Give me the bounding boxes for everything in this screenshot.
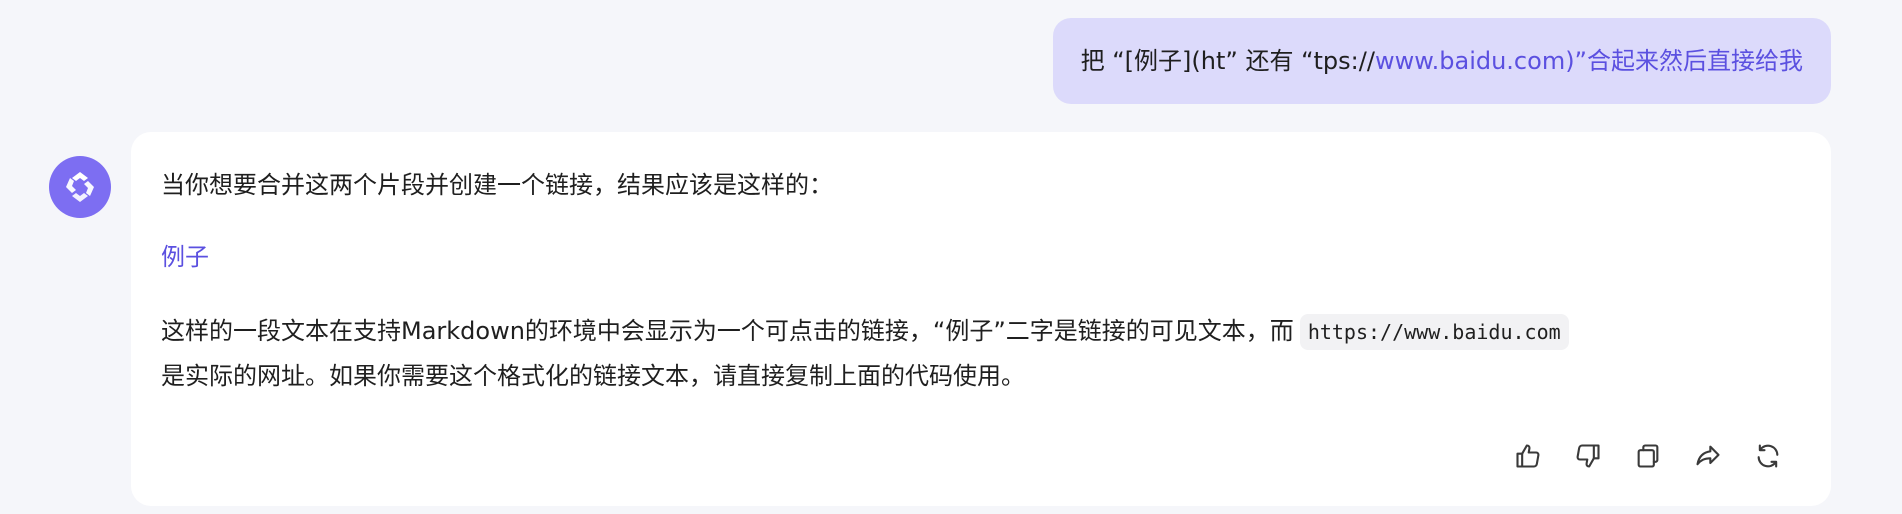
assistant-link-line: 例子: [161, 234, 209, 280]
share-icon: [1696, 445, 1720, 466]
assistant-avatar: [49, 156, 111, 218]
assistant-logo-icon: [66, 172, 94, 202]
url-code-snippet: https://www.baidu.com: [1299, 314, 1569, 350]
message-action-bar: [1513, 441, 1783, 471]
explanation-text-1: 这样的一段文本在支持Markdown的环境中会显示为一个可点击的链接，“例子”二…: [161, 317, 1294, 345]
share-button[interactable]: [1693, 441, 1723, 471]
user-message-link-text: www.baidu.com)”合起来然后直接给我: [1374, 47, 1803, 75]
copy-icon: [1637, 444, 1659, 468]
assistant-explanation-line-2: 是实际的网址。如果你需要这个格式化的链接文本，请直接复制上面的代码使用。: [161, 362, 1025, 390]
user-message-row: 把 “[例子](ht” 还有 “tps://www.baidu.com)”合起来…: [1052, 18, 1831, 104]
regenerate-icon: [1757, 444, 1779, 468]
assistant-explanation-line-1: 这样的一段文本在支持Markdown的环境中会显示为一个可点击的链接，“例子”二…: [161, 308, 1569, 355]
regenerate-button[interactable]: [1753, 441, 1783, 471]
example-link[interactable]: 例子: [161, 243, 209, 271]
assistant-message-card: 当你想要合并这两个片段并创建一个链接，结果应该是这样的： 例子 这样的一段文本在…: [131, 132, 1831, 506]
assistant-intro-text: 当你想要合并这两个片段并创建一个链接，结果应该是这样的：: [161, 171, 833, 199]
dislike-button[interactable]: [1573, 441, 1603, 471]
thumbs-down-icon: [1576, 444, 1600, 468]
thumbs-up-icon: [1516, 444, 1540, 468]
user-message-text: 把 “[例子](ht” 还有 “tps://: [1080, 47, 1375, 75]
user-message-bubble: 把 “[例子](ht” 还有 “tps://www.baidu.com)”合起来…: [1052, 18, 1831, 104]
like-button[interactable]: [1513, 441, 1543, 471]
copy-button[interactable]: [1633, 441, 1663, 471]
